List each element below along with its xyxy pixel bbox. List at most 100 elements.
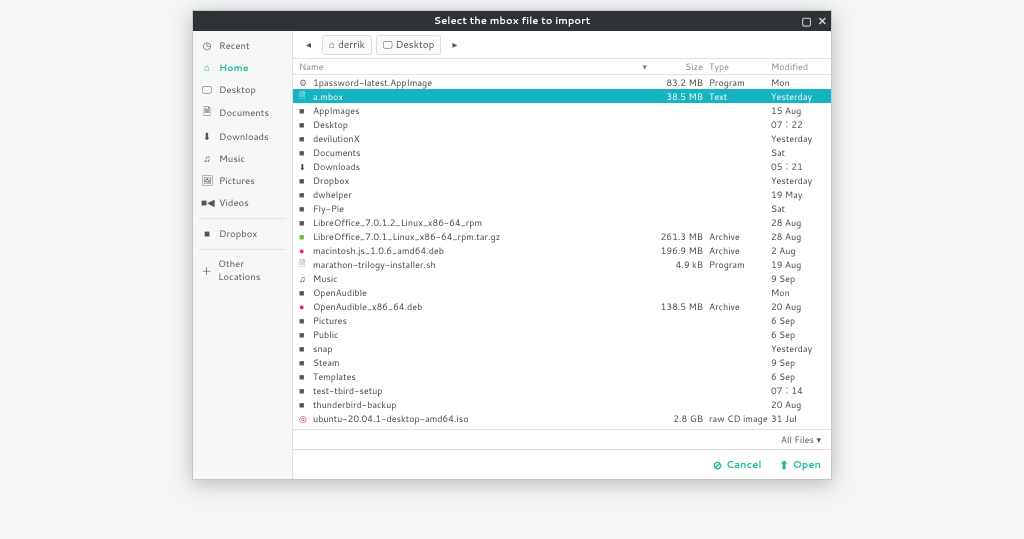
folder-icon [299, 104, 313, 117]
file-row[interactable]: dwhelper19 May [293, 187, 831, 201]
path-segment-home[interactable]: ⌂ derrik [322, 35, 372, 55]
file-type: Archive [709, 230, 771, 243]
sidebar-item-music[interactable]: ♫Music [193, 148, 292, 170]
file-row[interactable]: Templates6 Sep [293, 369, 831, 383]
file-row[interactable]: ubuntu-20.04.1-desktop-amd64.iso2.8 GBra… [293, 411, 831, 425]
file-row[interactable]: OpenAudible_x86_64.deb138.5 MBArchive20 … [293, 299, 831, 313]
sidebar-item-other-locations[interactable]: ＋Other Locations [193, 254, 292, 288]
sidebar-item-downloads[interactable]: ⬇Downloads [193, 126, 292, 148]
file-modified: 20 Aug [771, 300, 825, 313]
file-name: snap [313, 342, 653, 355]
file-list[interactable]: 1password-latest.AppImage83.2 MBProgramM… [293, 75, 831, 429]
open-button[interactable]: ⬆ Open [780, 457, 821, 473]
sidebar-item-documents[interactable]: 🗎 Documents [193, 101, 292, 126]
open-icon: ⬆ [780, 457, 789, 473]
close-button[interactable]: ✕ [818, 13, 827, 29]
file-type: Program [709, 76, 771, 89]
file-row[interactable]: test-tbird-setup07︰14 [293, 383, 831, 397]
path-segment-label: Desktop [396, 38, 435, 52]
file-row[interactable]: Pictures6 Sep [293, 313, 831, 327]
file-icon [299, 256, 313, 272]
file-type: Archive [709, 244, 771, 257]
file-row[interactable]: Steam9 Sep [293, 355, 831, 369]
column-size[interactable]: Size [653, 60, 709, 73]
path-back-button[interactable]: ◂ [299, 35, 318, 55]
documents-icon: 🗎 [201, 105, 213, 122]
file-name: AppImages [313, 104, 653, 117]
file-modified: 6 Sep [771, 314, 825, 327]
folder-icon [299, 118, 313, 131]
file-modified: 05︰21 [771, 160, 825, 173]
green-icon [299, 230, 313, 243]
file-row[interactable]: Downloads 05︰21 [293, 159, 831, 173]
file-row[interactable]: a.mbox38.5 MBTextYesterday [293, 89, 831, 103]
file-row[interactable]: thunderbird-backup20 Aug [293, 397, 831, 411]
sidebar-item-recent[interactable]: ◷Recent [193, 35, 292, 57]
file-type: Text [709, 90, 771, 103]
file-size: 196.9 MB [653, 244, 709, 257]
file-row[interactable]: Desktop07︰22 [293, 117, 831, 131]
pink-icon [299, 300, 313, 313]
sidebar-item-home[interactable]: ⌂Home [193, 57, 292, 79]
file-row[interactable]: 1password-latest.AppImage83.2 MBProgramM… [293, 75, 831, 89]
file-row[interactable]: Music9 Sep [293, 271, 831, 285]
folder-icon [299, 216, 313, 229]
window-controls: ▢ ✕ [801, 11, 827, 31]
column-modified[interactable]: Modified [771, 60, 825, 73]
file-size: 138.5 MB [653, 300, 709, 313]
column-name[interactable]: Name ▾ [299, 60, 653, 73]
file-row[interactable]: Fly-PieSat [293, 201, 831, 215]
file-row[interactable]: LibreOffice_7.0.1.2_Linux_x86-64_rpm28 A… [293, 215, 831, 229]
sidebar-item-label: Desktop [219, 84, 256, 97]
file-row[interactable]: Public6 Sep [293, 327, 831, 341]
recent-icon: ◷ [201, 39, 213, 53]
sidebar-item-label: Documents [219, 107, 269, 120]
file-row[interactable]: OpenAudibleMon [293, 285, 831, 299]
sidebar-item-videos[interactable]: ■◀Videos [193, 192, 292, 214]
file-size: 261.3 MB [653, 230, 709, 243]
sidebar-item-label: Pictures [219, 175, 255, 188]
file-name: devilutionX [313, 132, 653, 145]
file-name: Public [313, 328, 653, 341]
path-bar: ◂ ⌂ derrik 🖵 Desktop ▸ [293, 31, 831, 59]
file-row[interactable]: devilutionX Yesterday [293, 131, 831, 145]
file-modified: Sat [771, 202, 825, 215]
file-modified: Sat [771, 146, 825, 159]
file-row[interactable]: marathon-trilogy-installer.sh4.9 kBProgr… [293, 257, 831, 271]
file-row[interactable]: AppImages15 Aug [293, 103, 831, 117]
folder-icon [299, 370, 313, 383]
file-chooser-window: Select the mbox file to import ▢ ✕ ◷Rece… [192, 10, 832, 480]
sort-indicator-icon: ▾ [642, 60, 653, 73]
home-icon: ⌂ [329, 38, 335, 52]
cancel-button[interactable]: ⊘ Cancel [713, 457, 762, 473]
file-size: 38.5 MB [653, 90, 709, 103]
file-modified: 31 Jul [771, 412, 825, 425]
file-name: Dropbox [313, 174, 653, 187]
path-segment-desktop[interactable]: 🖵 Desktop [376, 35, 442, 55]
file-name: Downloads [313, 160, 653, 173]
file-row[interactable]: snapYesterday [293, 341, 831, 355]
file-type: raw CD image [709, 412, 771, 425]
folder-icon [299, 132, 313, 145]
sidebar-item-desktop[interactable]: 🖵Desktop [193, 79, 292, 101]
sidebar-item-dropbox[interactable]: ■Dropbox [193, 223, 292, 245]
pictures-icon: 🖼 [201, 174, 213, 188]
file-row[interactable]: DocumentsSat [293, 145, 831, 159]
sidebar-item-pictures[interactable]: 🖼 Pictures [193, 170, 292, 192]
maximize-button[interactable]: ▢ [801, 13, 811, 29]
file-modified: 07︰14 [771, 384, 825, 397]
file-modified: Yesterday [771, 90, 825, 103]
cancel-icon: ⊘ [713, 457, 722, 473]
column-type[interactable]: Type [709, 60, 771, 73]
file-modified: Yesterday [771, 132, 825, 145]
path-forward-button[interactable]: ▸ [445, 35, 464, 55]
file-modified: Mon [771, 76, 825, 89]
file-row[interactable]: macintosh.js_1.0.6_amd64.deb196.9 MBArch… [293, 243, 831, 257]
file-row[interactable]: LibreOffice_7.0.1_Linux_x86-64_rpm.tar.g… [293, 229, 831, 243]
down-icon [299, 160, 313, 173]
file-name: LibreOffice_7.0.1.2_Linux_x86-64_rpm [313, 216, 653, 229]
title-bar: Select the mbox file to import ▢ ✕ [193, 11, 831, 31]
window-title: Select the mbox file to import [434, 14, 591, 28]
file-filter-dropdown[interactable]: All Files ▾ [781, 433, 821, 446]
file-row[interactable]: DropboxYesterday [293, 173, 831, 187]
